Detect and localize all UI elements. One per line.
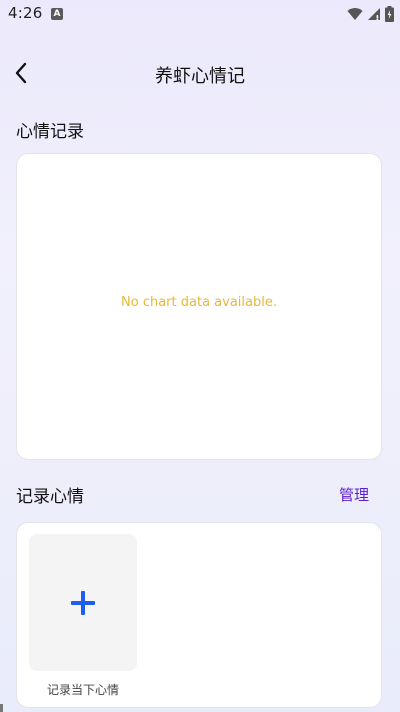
signal-icon	[368, 8, 380, 20]
record-mood-card: 记录当下心情	[16, 522, 382, 708]
plus-icon	[71, 590, 95, 615]
notification-icon: A	[51, 8, 63, 20]
add-mood-button[interactable]	[29, 534, 137, 671]
status-icons	[347, 6, 394, 22]
edge-indicator	[0, 704, 3, 712]
wifi-icon	[347, 8, 363, 20]
record-mood-section-title: 记录心情	[16, 487, 84, 507]
chart-empty-message: No chart data available.	[121, 295, 277, 310]
add-mood-label: 记录当下心情	[46, 683, 119, 697]
mood-record-section-title: 心情记录	[16, 122, 84, 142]
manage-button[interactable]: 管理	[339, 484, 369, 505]
status-time: 4:26	[8, 4, 43, 22]
page-title: 养虾心情记	[155, 66, 245, 87]
battery-icon	[385, 6, 394, 22]
status-bar: 4:26 A	[0, 0, 400, 28]
mood-chart-card: No chart data available.	[16, 153, 382, 460]
